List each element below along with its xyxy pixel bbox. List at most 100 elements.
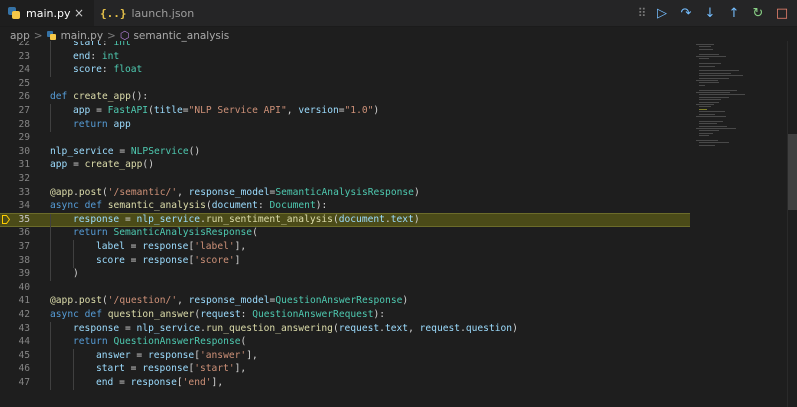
step-into-icon[interactable]: ↓ <box>698 0 722 26</box>
step-out-icon[interactable]: ↑ <box>722 0 746 26</box>
line-number[interactable]: 39 <box>0 267 30 281</box>
json-file-icon: {..} <box>100 6 127 20</box>
code-token: run_question_answering <box>205 322 333 334</box>
restart-icon[interactable]: ↻ <box>746 0 770 26</box>
line-number[interactable]: 46 <box>0 362 30 376</box>
code-token: return <box>73 227 114 239</box>
code-token: , <box>177 295 189 307</box>
code-text: end: int <box>73 50 119 64</box>
code-text: score = response['score'] <box>96 254 240 268</box>
line-number[interactable]: 37 <box>0 240 30 254</box>
code-text: async def semantic_analysis(document: Do… <box>50 199 327 213</box>
breadcrumb-folder[interactable]: app <box>10 30 30 42</box>
close-icon[interactable]: × <box>74 6 84 20</box>
code-line[interactable]: 42 async def question_answer(request: Que… <box>0 308 690 322</box>
line-number[interactable]: 40 <box>0 281 30 295</box>
vertical-scrollbar[interactable] <box>787 41 797 407</box>
code-line[interactable]: 39) <box>0 267 690 282</box>
code-token: = <box>124 241 143 252</box>
code-token: end <box>96 377 114 388</box>
continue-icon[interactable]: ▷ <box>650 0 674 26</box>
code-line[interactable]: 27 app = FastAPI(title="NLP Service API",… <box>0 104 690 118</box>
line-number[interactable]: 41 <box>0 294 30 308</box>
code-line[interactable]: 33 @app.post('/semantic/', response_model… <box>0 186 690 200</box>
line-number[interactable]: 23 <box>0 50 30 64</box>
code-line[interactable]: 30 nlp_service = NLPService() <box>0 145 690 159</box>
line-number[interactable]: 44 <box>0 335 30 349</box>
stop-icon[interactable]: □ <box>770 0 794 26</box>
code-line[interactable]: 37 label = response['label'], <box>0 240 690 254</box>
line-number[interactable]: 24 <box>0 63 30 77</box>
line-number[interactable]: 31 <box>0 158 30 172</box>
tab-launch-json[interactable]: {..} launch.json <box>94 0 194 26</box>
code-token: async def <box>50 200 108 212</box>
code-token: = <box>113 145 131 157</box>
line-number[interactable]: 26 <box>0 90 30 104</box>
line-number[interactable]: 28 <box>0 118 30 132</box>
drag-grip-icon[interactable]: ⠿ <box>634 6 650 20</box>
code-token: question_answer <box>107 309 195 320</box>
line-number[interactable]: 43 <box>0 322 30 336</box>
code-line[interactable]: 44 return QuestionAnswerResponse( <box>0 335 690 350</box>
code-text: end = response['end'], <box>96 376 223 390</box>
scrollbar-thumb[interactable] <box>788 134 797 210</box>
line-number[interactable]: 47 <box>0 376 30 390</box>
line-number[interactable]: 33 <box>0 186 30 200</box>
code-token: = <box>124 363 143 375</box>
minimap-line <box>699 113 715 115</box>
code-line[interactable]: 40 <box>0 281 690 295</box>
code-token: ): <box>373 309 386 320</box>
line-number[interactable]: 34 <box>0 199 30 213</box>
current-execution-line[interactable]: 35 response = nlp_service.run_sentiment_a… <box>0 212 690 228</box>
step-over-icon[interactable]: ↷ <box>674 0 698 26</box>
line-number[interactable]: 45 <box>0 349 30 363</box>
code-token: ) <box>413 213 420 225</box>
code-line[interactable]: 34 async def semantic_analysis(document: … <box>0 199 690 213</box>
code-text: start = response['start'], <box>96 362 246 376</box>
line-number[interactable]: 30 <box>0 145 30 159</box>
code-line[interactable]: 45 answer = response['answer'], <box>0 348 690 363</box>
line-number[interactable]: 36 <box>0 226 30 240</box>
line-number[interactable]: 29 <box>0 131 30 145</box>
code-line[interactable]: 43 response = nlp_service.run_question_an… <box>0 321 690 336</box>
code-line[interactable]: 36 return SemanticAnalysisResponse( <box>0 226 690 241</box>
code-token: response <box>130 377 177 388</box>
line-number[interactable]: 27 <box>0 104 30 118</box>
code-line[interactable]: 46 start = response['start'], <box>0 362 690 377</box>
code-token: label <box>96 241 125 252</box>
code-text: ) <box>73 267 79 281</box>
code-line[interactable]: 38 score = response['score'] <box>0 253 690 268</box>
code-line[interactable]: 32 <box>0 172 690 186</box>
code-line[interactable]: 23 end: int <box>0 49 690 64</box>
code-line[interactable]: 47 end = response['end'], <box>0 376 690 390</box>
line-number[interactable]: 35 <box>0 214 30 226</box>
code-token: run_sentiment_analysis <box>205 213 333 225</box>
code-line[interactable]: 41 @app.post('/question/', response_model… <box>0 294 690 308</box>
code-line[interactable]: 31 app = create_app() <box>0 158 690 172</box>
minimap-line <box>699 53 719 55</box>
line-number[interactable]: 25 <box>0 77 30 91</box>
code-token: ], <box>234 363 247 375</box>
code-line[interactable]: 28 return app <box>0 117 690 132</box>
breadcrumb-file[interactable]: main.py <box>61 30 103 42</box>
code-token: : <box>240 309 253 320</box>
minimap-line <box>699 120 723 122</box>
code-token: nlp_service <box>50 145 114 157</box>
tab-main-py[interactable]: main.py × <box>0 0 94 26</box>
minimap-line <box>696 56 726 57</box>
code-line[interactable]: 24 score: float <box>0 63 690 78</box>
line-number[interactable]: 42 <box>0 308 30 322</box>
code-text: @app.post('/question/', response_model=Q… <box>50 294 408 308</box>
breadcrumb-symbol[interactable]: semantic_analysis <box>133 30 229 42</box>
code-line[interactable]: 26 def create_app(): <box>0 90 690 104</box>
code-line[interactable]: 29 <box>0 131 690 145</box>
code-token: QuestionAnswerRequest <box>252 309 374 320</box>
minimap-line <box>696 92 730 93</box>
minimap[interactable] <box>690 41 787 407</box>
indent-guide <box>73 253 74 268</box>
code-editor[interactable]: 22 start: int 23 end: int 24 score: float 25 26… <box>0 41 690 407</box>
line-number[interactable]: 38 <box>0 254 30 268</box>
code-text: response = nlp_service.run_sentiment_ana… <box>73 214 420 226</box>
code-line[interactable]: 25 <box>0 77 690 91</box>
line-number[interactable]: 32 <box>0 172 30 186</box>
